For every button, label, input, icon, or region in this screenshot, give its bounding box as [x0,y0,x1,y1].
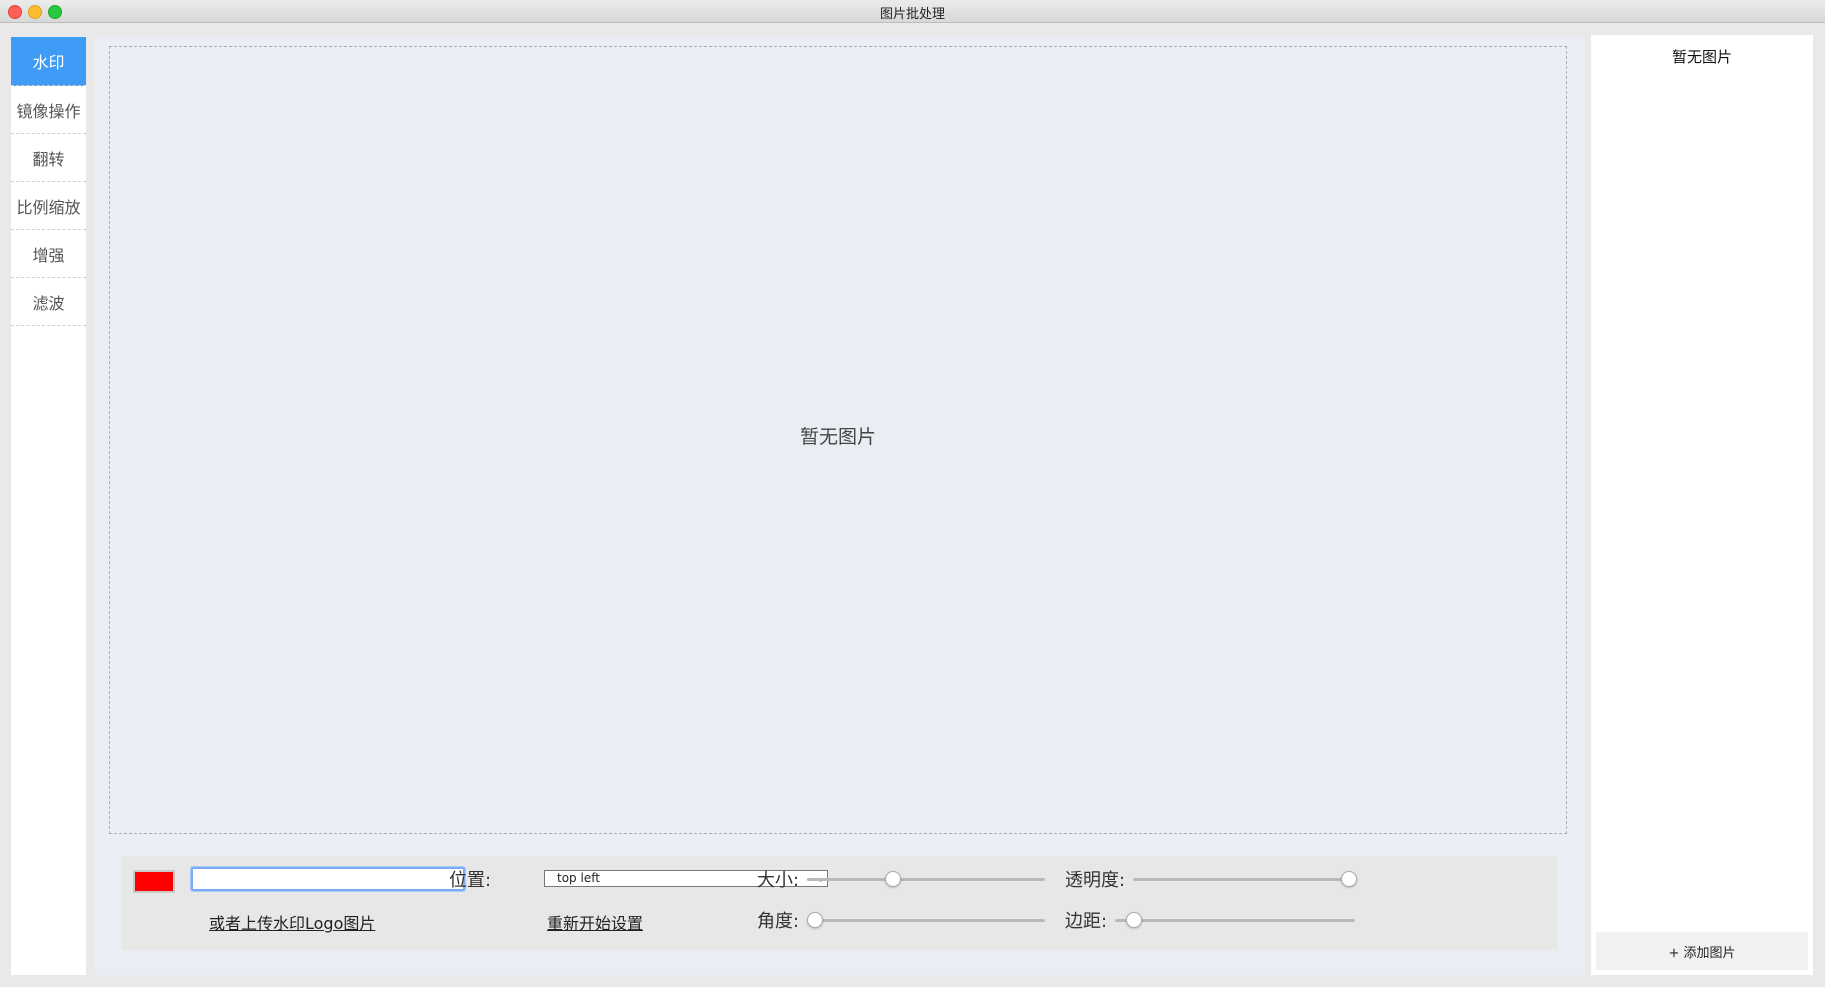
margin-slider-track [1115,919,1355,922]
watermark-text-input[interactable] [190,866,466,892]
add-image-button[interactable]: + 添加图片 [1596,932,1808,970]
size-label: 大小: [757,870,800,891]
watermark-color-picker[interactable] [133,870,175,893]
window-titlebar: 图片批处理 [0,0,1825,23]
upload-logo-link[interactable]: 或者上传水印Logo图片 [209,910,375,934]
main-panel: 暂无图片 位置: top left ⌵ 大小: 透明度: 或者上传水印Logo图… [95,37,1585,975]
margin-label: 边距: [1065,911,1108,932]
angle-slider-track [807,919,1045,922]
image-preview-area: 暂无图片 [109,46,1567,834]
sidebar-nav: 水印 镜像操作 翻转 比例缩放 增强 滤波 [11,37,86,975]
margin-slider[interactable] [1115,912,1355,928]
opacity-slider[interactable] [1133,871,1357,887]
sidebar-item-filter[interactable]: 滤波 [11,278,86,326]
sidebar-item-watermark[interactable]: 水印 [11,37,86,86]
sidebar-item-scale[interactable]: 比例缩放 [11,182,86,230]
watermark-controls: 位置: top left ⌵ 大小: 透明度: 或者上传水印Logo图片 重新开… [121,856,1557,950]
opacity-slider-track [1133,878,1355,881]
image-list-panel: 暂无图片 + 添加图片 [1591,35,1813,975]
angle-slider-knob[interactable] [807,912,823,928]
angle-label: 角度: [757,911,800,932]
window-title: 图片批处理 [879,7,945,22]
size-slider-knob[interactable] [885,871,901,887]
size-slider[interactable] [807,871,1045,887]
preview-empty-text: 暂无图片 [799,425,876,448]
opacity-label: 透明度: [1065,870,1126,891]
sidebar-item-enhance[interactable]: 增强 [11,230,86,278]
angle-slider[interactable] [807,912,1045,928]
opacity-slider-knob[interactable] [1341,871,1357,887]
position-label: 位置: [449,870,492,891]
image-list-empty-text: 暂无图片 [1671,48,1732,66]
sidebar-item-mirror[interactable]: 镜像操作 [11,86,86,134]
size-slider-track [807,878,1045,881]
margin-slider-knob[interactable] [1126,912,1142,928]
sidebar-item-flip[interactable]: 翻转 [11,134,86,182]
position-select-value: top left [557,871,600,885]
reset-settings-link[interactable]: 重新开始设置 [547,910,643,934]
